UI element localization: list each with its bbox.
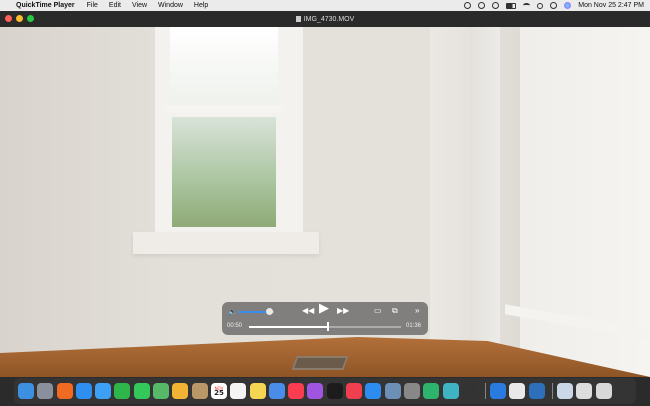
play-status-icon[interactable] [478, 2, 486, 9]
play-button[interactable]: ▶ [319, 301, 329, 314]
control-center-icon[interactable] [550, 2, 558, 9]
volume-icon[interactable]: 🔈 [228, 308, 237, 316]
dock-trash-icon[interactable] [595, 383, 612, 399]
current-time: 00:50 [227, 323, 243, 329]
dock-app-store-icon[interactable] [365, 383, 382, 399]
fullscreen-window-button[interactable] [27, 15, 34, 22]
dock-safari-icon[interactable] [75, 383, 92, 399]
airplay-icon[interactable]: ▭ [374, 306, 382, 316]
dock-piano-icon[interactable] [461, 383, 478, 399]
menu-help[interactable]: Help [194, 2, 208, 9]
menu-file[interactable]: File [87, 2, 98, 9]
quicktime-window: IMG_4730.MOV 🔈 ◀◀ ▶ ▶▶ ▭ ⧉ » 00:50 01:36 [0, 11, 650, 377]
playback-controls: 🔈 ◀◀ ▶ ▶▶ ▭ ⧉ » 00:50 01:36 [222, 301, 428, 335]
video-window-lower-pane [172, 117, 276, 227]
dock-separator [485, 383, 487, 399]
video-wall-pillar [470, 27, 500, 347]
dock-launchpad-icon[interactable] [37, 383, 54, 399]
siri-icon[interactable] [564, 2, 572, 9]
menu-window[interactable]: Window [158, 2, 183, 9]
movie-file-icon [295, 16, 301, 22]
dock-app-teal-icon[interactable] [442, 383, 459, 399]
wifi-icon[interactable] [523, 3, 531, 8]
dock: NOV 25 [14, 378, 636, 404]
video-floor-vent [291, 356, 349, 370]
dock-finder-icon[interactable] [18, 383, 34, 399]
traffic-lights [5, 15, 34, 22]
window-titlebar[interactable]: IMG_4730.MOV [0, 11, 650, 27]
video-window-sash [165, 105, 285, 113]
dock-news-icon[interactable] [346, 383, 363, 399]
vpn-icon[interactable] [464, 2, 472, 9]
status-area: Mon Nov 25 2:47 PM [464, 2, 644, 9]
dock-podcasts-icon[interactable] [307, 383, 324, 399]
duration-time: 01:36 [406, 323, 422, 329]
minimize-window-button[interactable] [16, 15, 23, 22]
dock-facetime-icon[interactable] [114, 383, 131, 399]
video-window-upper-pane [170, 27, 278, 107]
menu-bar: QuickTime Player File Edit View Window H… [0, 0, 650, 11]
dock-quicktime-icon[interactable] [528, 383, 545, 399]
video-window-sill [133, 232, 319, 254]
dock-bluetooth-icon[interactable] [490, 383, 507, 399]
calendar-day-label: 25 [214, 389, 224, 397]
dock-mail-icon[interactable] [95, 383, 112, 399]
dock-system-settings-icon[interactable] [403, 383, 420, 399]
dock-photos-icon[interactable] [172, 383, 189, 399]
dock-tv-icon[interactable] [326, 383, 343, 399]
dock-firefox-icon[interactable] [56, 383, 73, 399]
dock-contacts-icon[interactable] [191, 383, 208, 399]
scrubber-playhead[interactable] [327, 322, 330, 331]
dock-freeform-icon[interactable] [268, 383, 285, 399]
battery-icon[interactable] [506, 2, 517, 9]
dock-chrome-icon[interactable] [509, 383, 526, 399]
dock-messages-icon[interactable] [133, 383, 150, 399]
timer-icon[interactable] [492, 2, 500, 9]
dock-preview-icon[interactable] [384, 383, 401, 399]
more-options-icon[interactable]: » [415, 306, 419, 316]
dock-maps-icon[interactable] [153, 383, 170, 399]
fast-forward-button[interactable]: ▶▶ [337, 306, 349, 316]
volume-slider-knob[interactable] [265, 308, 273, 315]
close-window-button[interactable] [5, 15, 12, 22]
app-menu[interactable]: QuickTime Player [16, 2, 75, 9]
dock-music-icon[interactable] [288, 383, 305, 399]
window-title: IMG_4730.MOV [303, 15, 355, 23]
picture-in-picture-icon[interactable]: ⧉ [392, 306, 398, 316]
menubar-clock[interactable]: Mon Nov 25 2:47 PM [578, 2, 644, 9]
menu-edit[interactable]: Edit [109, 2, 121, 9]
dock-separator [552, 383, 554, 399]
scrubber-progress [249, 326, 329, 328]
volume-slider-fill [238, 311, 269, 313]
dock-notes-icon[interactable] [249, 383, 266, 399]
dock-app-green-icon[interactable] [423, 383, 440, 399]
dock-reminders-icon[interactable] [230, 383, 247, 399]
rewind-button[interactable]: ◀◀ [302, 306, 314, 316]
dock-screenshots-stack-icon[interactable] [576, 383, 593, 399]
dock-calendar-icon[interactable]: NOV 25 [210, 383, 227, 399]
dock-downloads-stack-icon[interactable] [557, 383, 574, 399]
spotlight-search-icon[interactable] [537, 2, 544, 9]
menu-view[interactable]: View [132, 2, 147, 9]
scrubber-track[interactable] [249, 326, 401, 328]
